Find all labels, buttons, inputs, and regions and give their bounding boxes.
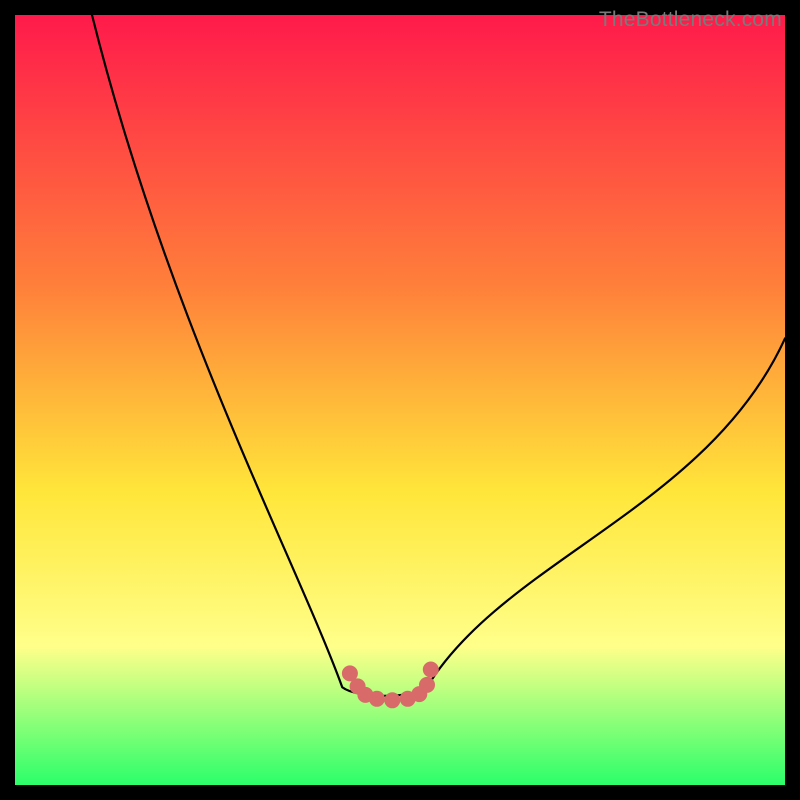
valley-marker: [384, 692, 400, 708]
chart-frame: [15, 15, 785, 785]
valley-marker: [369, 691, 385, 707]
valley-marker: [419, 677, 435, 693]
watermark-text: TheBottleneck.com: [599, 8, 782, 32]
gradient-background: [15, 15, 785, 785]
valley-marker: [423, 662, 439, 678]
bottleneck-chart: [15, 15, 785, 785]
